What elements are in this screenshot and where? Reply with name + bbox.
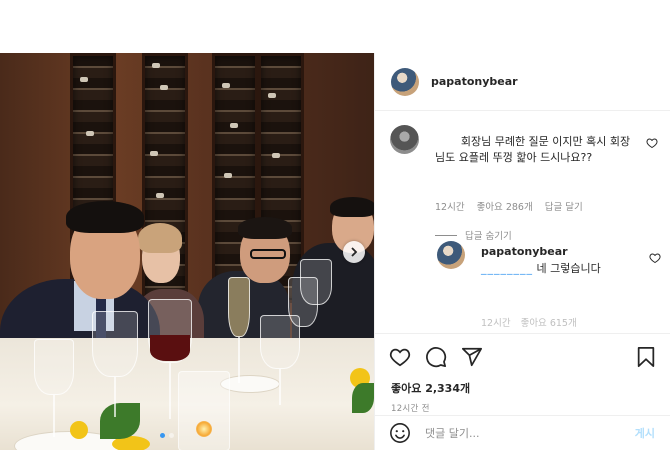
comment-input[interactable]	[425, 426, 615, 440]
reply-text: ________ 네 그렇습니다	[481, 261, 641, 277]
glass-stem	[114, 377, 116, 417]
bottle	[150, 151, 158, 156]
hide-replies-label: 답글 숨기기	[465, 231, 512, 242]
post-likes-count[interactable]: 좋아요 2,334개	[391, 380, 470, 396]
post-time: 12시간 전	[391, 404, 430, 414]
action-row	[389, 346, 483, 368]
glass-stem	[53, 395, 55, 437]
post-comment-button[interactable]: 게시	[635, 425, 655, 441]
bottle	[80, 77, 88, 82]
bookmark-button[interactable]	[635, 346, 657, 372]
glass-stem	[169, 363, 171, 419]
leaf	[352, 383, 374, 413]
share-icon[interactable]	[461, 346, 483, 368]
reply-meta: 12시간 좋아요 615개	[481, 315, 577, 329]
bottle	[268, 93, 276, 98]
comment-body: 회장님 무례한 질문 이지만 혹시 회장님도 요플레 뚜껑 핥아 드시나요??	[435, 135, 631, 164]
bottle	[224, 173, 232, 178]
reply-time: 12시간	[481, 318, 511, 329]
commenter-avatar-icon[interactable]	[390, 125, 419, 154]
comment-like-heart-icon[interactable]	[646, 137, 658, 149]
heart-icon[interactable]	[389, 346, 411, 368]
post-header: papatonybear	[375, 53, 670, 111]
carousel-dot	[169, 433, 174, 438]
bottle	[86, 131, 94, 136]
candle-holder	[178, 371, 230, 450]
post-photo[interactable]	[0, 53, 374, 450]
wine-glass	[34, 339, 74, 395]
reply-like-heart-icon[interactable]	[649, 252, 661, 264]
glass-stem	[238, 337, 240, 383]
candle-flame	[196, 421, 212, 437]
comment-time: 12시간	[435, 202, 465, 213]
wine-glass	[228, 277, 250, 337]
hide-replies-line	[435, 234, 457, 236]
add-comment-bar: 게시	[375, 415, 670, 450]
comments-list: ____ 회장님 무례한 질문 이지만 혹시 회장님도 요플레 뚜껑 핥아 드시…	[375, 111, 670, 333]
reply-avatar-icon[interactable]	[437, 241, 465, 269]
bottle	[160, 85, 168, 90]
carousel-next-button[interactable]	[343, 241, 365, 263]
profile-avatar-icon[interactable]	[391, 67, 419, 96]
reply-likes[interactable]: 좋아요 615개	[521, 315, 577, 329]
bottle	[230, 123, 238, 128]
comment-text: ____ 회장님 무례한 질문 이지만 혹시 회장님도 요플레 뚜껑 핥아 드시…	[435, 134, 635, 166]
bottle	[222, 83, 230, 88]
emoji-icon[interactable]	[389, 422, 411, 444]
instagram-post: papatonybear ____ 회장님 무례한 질문 이지만 혹시 회장님도…	[0, 53, 670, 450]
post-actions: 좋아요 2,334개 12시간 전	[375, 333, 670, 415]
chevron-right-icon	[351, 247, 358, 257]
post-panel: papatonybear ____ 회장님 무례한 질문 이지만 혹시 회장님도…	[374, 53, 670, 450]
wine-glass	[288, 277, 318, 327]
header-username[interactable]: papatonybear	[431, 75, 518, 88]
wine-glass	[92, 311, 138, 377]
bookmark-icon	[637, 346, 655, 368]
bottle	[152, 63, 160, 68]
comment-meta: 12시간 좋아요 286개 답글 달기	[435, 199, 583, 213]
reply-username[interactable]: papatonybear	[481, 245, 568, 258]
flower	[70, 421, 88, 439]
bottle	[156, 193, 164, 198]
reply-body: 네 그렇습니다	[536, 262, 601, 275]
hide-replies-button[interactable]: 답글 숨기기	[435, 228, 512, 242]
comment-likes[interactable]: 좋아요 286개	[477, 199, 533, 213]
red-wine	[150, 335, 190, 361]
bottle	[272, 153, 280, 158]
glass-stem	[279, 369, 281, 405]
carousel-dot-active	[160, 433, 165, 438]
carousel-dots	[160, 433, 174, 438]
comment-reply-button[interactable]: 답글 달기	[545, 199, 583, 213]
reply-mention[interactable]: ________	[481, 262, 533, 275]
leaf	[100, 403, 140, 439]
comment-icon[interactable]	[425, 346, 447, 368]
